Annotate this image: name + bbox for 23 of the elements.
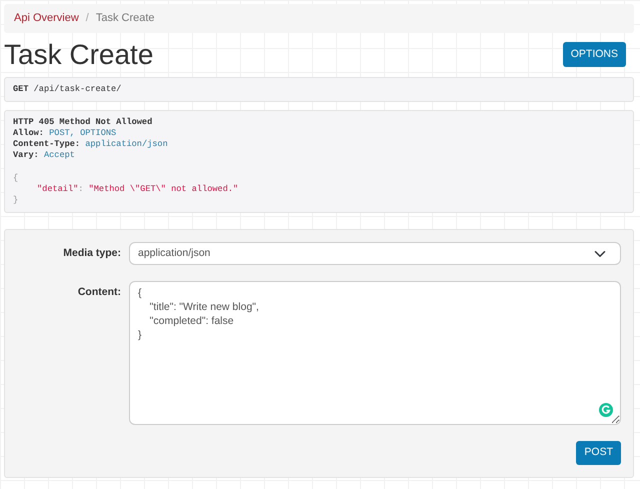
assistant-icon[interactable] <box>599 403 613 418</box>
json-value: "Method \"GET\" not allowed." <box>88 184 238 194</box>
header-name: Vary: <box>13 150 39 160</box>
header-name: Content-Type: <box>13 139 80 150</box>
field-label: Content: <box>76 285 122 300</box>
breadcrumb-separator: / <box>86 11 89 26</box>
json-brace: { <box>13 172 18 183</box>
json-colon: : <box>78 184 84 194</box>
field-label: Media type: <box>62 246 122 261</box>
response-status: HTTP 405 Method Not Allowed <box>13 116 154 128</box>
breadcrumb-current: Task Create <box>96 11 155 26</box>
breadcrumb-link[interactable]: Api Overview <box>14 10 79 26</box>
content-textarea[interactable]: { "title": "Write new blog", "completed": false } <box>129 281 621 426</box>
header-name: Allow: <box>13 128 44 138</box>
header-value: POST, OPTIONS <box>49 128 116 138</box>
header-value: Accept <box>44 150 75 160</box>
header-value: application/json <box>85 139 168 150</box>
media-type-select[interactable]: application/json <box>129 242 621 266</box>
json-brace: } <box>13 194 18 205</box>
page-title: Task Create <box>4 40 154 68</box>
options-button[interactable]: OPTIONS <box>562 42 626 68</box>
json-key: "detail" <box>37 184 78 194</box>
post-button[interactable]: POST <box>576 441 621 465</box>
